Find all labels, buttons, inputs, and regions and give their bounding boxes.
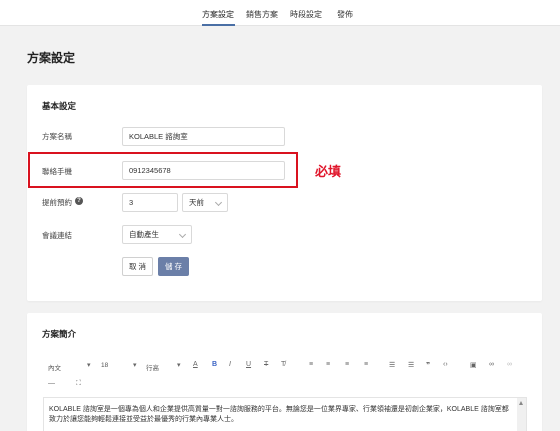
- meeting-link-select[interactable]: 自動產生: [122, 225, 192, 244]
- required-note: 必填: [315, 164, 342, 179]
- basic-settings-card: [27, 85, 542, 301]
- chevron-down-icon: ▾: [87, 362, 91, 369]
- chevron-down-icon: ▾: [177, 362, 181, 369]
- image-icon[interactable]: ▣: [470, 361, 477, 369]
- cancel-button[interactable]: 取 消: [122, 257, 153, 276]
- chevron-down-icon: [214, 198, 223, 207]
- code-icon[interactable]: ‹›: [443, 361, 448, 368]
- plan-intro-content[interactable]: KOLABLE 諮詢室是一個專為個人和企業提供高質量一對一諮詢服務的平台。無論您…: [49, 405, 509, 425]
- active-tab-indicator: [202, 24, 235, 26]
- tab-publish[interactable]: 發佈: [337, 9, 353, 20]
- strikethrough-icon[interactable]: T: [264, 361, 268, 368]
- meeting-link-value: 自動產生: [129, 230, 159, 239]
- top-nav: 方案設定 銷售方案 時段設定 發佈: [0, 0, 560, 26]
- align-left-icon[interactable]: ≡: [309, 361, 313, 368]
- advance-days-input[interactable]: [122, 193, 178, 212]
- bullet-list-icon[interactable]: ☰: [389, 361, 395, 369]
- tab-plan-settings[interactable]: 方案設定: [202, 9, 234, 20]
- font-size-select[interactable]: 18: [101, 362, 108, 369]
- meeting-link-label: 會議連結: [42, 231, 72, 240]
- help-icon[interactable]: ?: [75, 197, 83, 205]
- align-center-icon[interactable]: ≡: [326, 361, 330, 368]
- numbered-list-icon[interactable]: ☰: [408, 361, 414, 369]
- unlink-icon[interactable]: ∞: [507, 361, 512, 368]
- fullscreen-icon[interactable]: ⛶: [76, 380, 81, 388]
- tab-sales-plan[interactable]: 銷售方案: [246, 9, 278, 20]
- plan-intro-title: 方案簡介: [42, 329, 77, 339]
- page-title: 方案設定: [27, 51, 76, 65]
- link-icon[interactable]: ∞: [489, 361, 494, 368]
- advance-booking-label: 提前預約: [42, 198, 72, 207]
- align-justify-icon[interactable]: ≡: [364, 361, 368, 368]
- underline-icon[interactable]: U: [246, 361, 251, 368]
- line-height-select[interactable]: 行高: [146, 362, 159, 372]
- paragraph-select[interactable]: 內文: [48, 362, 61, 372]
- horizontal-rule-icon[interactable]: —: [48, 380, 55, 387]
- font-color-icon[interactable]: A: [193, 361, 198, 368]
- scroll-up-icon[interactable]: [519, 401, 523, 405]
- save-button[interactable]: 儲 存: [158, 257, 189, 276]
- plan-name-label: 方案名稱: [42, 132, 72, 141]
- align-right-icon[interactable]: ≡: [345, 361, 349, 368]
- required-highlight-box: [28, 152, 298, 188]
- basic-settings-title: 基本設定: [42, 101, 77, 111]
- tab-time-settings[interactable]: 時段設定: [290, 9, 322, 20]
- chevron-down-icon: ▾: [133, 362, 137, 369]
- advance-unit-select[interactable]: 天前: [182, 193, 228, 212]
- editor-scrollbar[interactable]: [517, 398, 526, 431]
- quote-icon[interactable]: ❞: [426, 361, 430, 369]
- plan-name-input[interactable]: [122, 127, 285, 146]
- bold-icon[interactable]: B: [212, 361, 217, 368]
- clear-format-icon[interactable]: T̸: [281, 361, 285, 368]
- italic-icon[interactable]: I: [229, 361, 231, 368]
- advance-unit-value: 天前: [189, 198, 204, 207]
- chevron-down-icon: [178, 230, 187, 239]
